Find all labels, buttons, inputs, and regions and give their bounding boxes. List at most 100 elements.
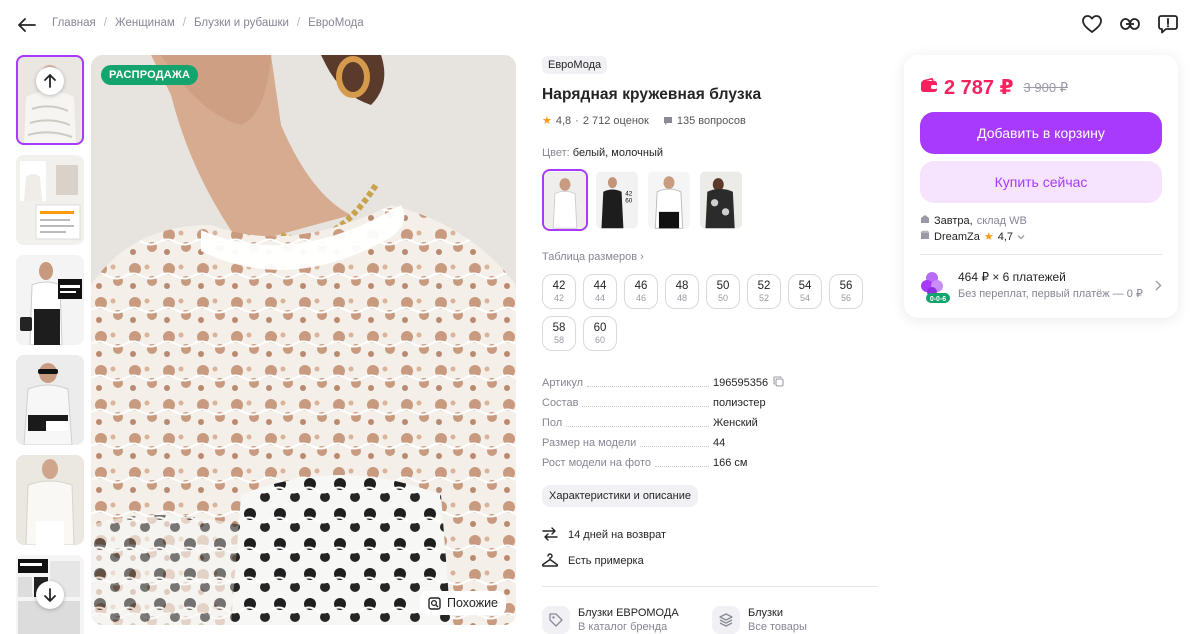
spec-key-wrap: Рост модели на фото bbox=[542, 457, 713, 469]
brand-category-link[interactable]: Блузки ЕВРОМОДА В каталог бренда bbox=[542, 606, 688, 634]
installment-subtitle: Без переплат, первый платёж — 0 ₽ bbox=[958, 288, 1143, 300]
fitting-text: Есть примерка bbox=[568, 555, 644, 567]
rating-dot: · bbox=[575, 114, 579, 127]
report-icon[interactable] bbox=[1156, 12, 1180, 36]
specs-table: Артикул 196595356 Состав полиэстер Пол Ж… bbox=[542, 373, 872, 473]
spec-value: 44 bbox=[713, 437, 726, 449]
size-option[interactable]: 46 46 bbox=[624, 274, 658, 309]
size-ru: 54 bbox=[798, 279, 812, 292]
spec-dots bbox=[582, 399, 709, 407]
back-arrow-icon[interactable] bbox=[14, 12, 40, 38]
top-actions bbox=[1080, 12, 1180, 36]
size-option[interactable]: 44 44 bbox=[583, 274, 617, 309]
similar-button[interactable]: Похожие bbox=[419, 591, 506, 615]
size-table-link[interactable]: Таблица размеров › bbox=[542, 251, 644, 263]
spec-key: Артикул bbox=[542, 377, 584, 389]
size-orig: 42 bbox=[553, 292, 564, 303]
spec-row: Рост модели на фото 166 см bbox=[542, 453, 872, 473]
size-ru: 42 bbox=[552, 279, 566, 292]
size-orig: 56 bbox=[840, 292, 851, 303]
questions-icon bbox=[663, 116, 673, 126]
size-orig: 48 bbox=[676, 292, 687, 303]
warehouse-icon bbox=[920, 214, 930, 227]
size-option[interactable]: 58 58 bbox=[542, 316, 576, 351]
svg-text:60: 60 bbox=[625, 198, 633, 205]
color-label: Цвет: белый, молочный bbox=[542, 147, 880, 159]
breadcrumb-item-women[interactable]: Женщинам bbox=[115, 17, 175, 29]
color-value: белый, молочный bbox=[572, 147, 664, 159]
brand-chip[interactable]: ЕвроМода bbox=[542, 56, 608, 74]
size-option[interactable]: 42 42 bbox=[542, 274, 576, 309]
spec-value: Женский bbox=[713, 417, 758, 429]
similar-search-icon bbox=[428, 596, 441, 610]
color-swatches: 42 60 bbox=[542, 169, 880, 231]
thumbnail-3[interactable] bbox=[16, 255, 84, 345]
thumbnail-4[interactable] bbox=[16, 355, 84, 445]
spec-key-wrap: Размер на модели bbox=[542, 437, 713, 449]
spec-dots bbox=[566, 419, 709, 427]
description-button[interactable]: Характеристики и описание bbox=[542, 485, 698, 507]
size-orig: 44 bbox=[594, 292, 605, 303]
size-ru: 46 bbox=[634, 279, 648, 292]
color-swatch-4[interactable] bbox=[698, 169, 744, 231]
seller-info[interactable]: DreamZa ★ 4,7 bbox=[920, 230, 1025, 243]
size-options: 42 42 44 44 46 46 48 48 50 50 52 52 54 54 56 56 … bbox=[542, 274, 882, 351]
breadcrumb-item-home[interactable]: Главная bbox=[52, 17, 96, 29]
color-swatch-3[interactable] bbox=[646, 169, 692, 231]
tag-icon bbox=[542, 606, 570, 634]
arrow-up-icon[interactable] bbox=[36, 67, 64, 95]
size-ru: 52 bbox=[757, 279, 771, 292]
size-option[interactable]: 60 60 bbox=[583, 316, 617, 351]
size-ru: 50 bbox=[716, 279, 730, 292]
questions-count[interactable]: 135 вопросов bbox=[677, 115, 746, 127]
spec-key-wrap: Артикул bbox=[542, 377, 713, 389]
breadcrumb-item-brand[interactable]: ЕвроМода bbox=[308, 17, 364, 29]
thumbnail-5[interactable] bbox=[16, 455, 84, 545]
breadcrumb: Главная / Женщинам / Блузки и рубашки / … bbox=[52, 17, 364, 29]
color-swatch-2[interactable]: 42 60 bbox=[594, 169, 640, 231]
spec-key: Состав bbox=[542, 397, 579, 409]
add-to-cart-button[interactable]: Добавить в корзину bbox=[920, 112, 1162, 154]
spec-dots bbox=[587, 379, 709, 387]
size-ru: 44 bbox=[593, 279, 607, 292]
product-title: Нарядная кружевная блузка bbox=[542, 86, 762, 103]
heart-icon[interactable] bbox=[1080, 12, 1104, 36]
spec-row: Пол Женский bbox=[542, 413, 872, 433]
thumbnail-2[interactable] bbox=[16, 155, 84, 245]
main-product-image[interactable]: РАСПРОДАЖА Похожие bbox=[91, 55, 516, 625]
size-option[interactable]: 52 52 bbox=[747, 274, 781, 309]
size-option[interactable]: 48 48 bbox=[665, 274, 699, 309]
divider bbox=[920, 254, 1162, 255]
arrow-down-icon[interactable] bbox=[36, 581, 64, 609]
spec-dots bbox=[655, 459, 709, 467]
rating-row: ★ 4,8 · 2 712 оценок 135 вопросов bbox=[542, 114, 880, 128]
size-table-label: Таблица размеров bbox=[542, 251, 638, 263]
buy-now-button[interactable]: Купить сейчас bbox=[920, 161, 1162, 203]
top-bar: Главная / Женщинам / Блузки и рубашки / … bbox=[0, 0, 1200, 48]
delivery-warehouse: склад WB bbox=[976, 214, 1027, 227]
breadcrumb-separator: / bbox=[296, 17, 301, 29]
category-link[interactable]: Блузки Все товары категории bbox=[712, 606, 858, 634]
copy-icon[interactable] bbox=[773, 376, 784, 390]
features-list: 14 дней на возврат Есть примерка bbox=[541, 522, 880, 574]
color-swatch-1[interactable] bbox=[542, 169, 588, 231]
installment-offer[interactable]: 0-0-6 464 ₽ × 6 платежей Без переплат, п… bbox=[920, 268, 1162, 304]
rating-value: 4,8 bbox=[555, 114, 572, 127]
return-feature: 14 дней на возврат bbox=[542, 522, 880, 548]
reviews-count[interactable]: 2 712 оценок bbox=[583, 115, 649, 127]
store-icon bbox=[920, 230, 930, 243]
spec-row: Размер на модели 44 bbox=[542, 433, 872, 453]
delivery-info: Завтра, склад WB bbox=[920, 214, 1027, 227]
hanger-icon bbox=[541, 552, 559, 570]
size-option[interactable]: 56 56 bbox=[829, 274, 863, 309]
delivery-day: Завтра, bbox=[934, 214, 973, 227]
spec-row: Состав полиэстер bbox=[542, 393, 872, 413]
installment-logo-text: 0-0-6 bbox=[930, 296, 946, 303]
size-orig: 52 bbox=[758, 292, 769, 303]
price-row: 2 787 ₽ 3 900 ₽ bbox=[920, 75, 1068, 100]
breadcrumb-item-blouses[interactable]: Блузки и рубашки bbox=[194, 17, 289, 29]
link-icon[interactable] bbox=[1118, 12, 1142, 36]
size-option[interactable]: 50 50 bbox=[706, 274, 740, 309]
divider bbox=[542, 586, 878, 587]
size-option[interactable]: 54 54 bbox=[788, 274, 822, 309]
